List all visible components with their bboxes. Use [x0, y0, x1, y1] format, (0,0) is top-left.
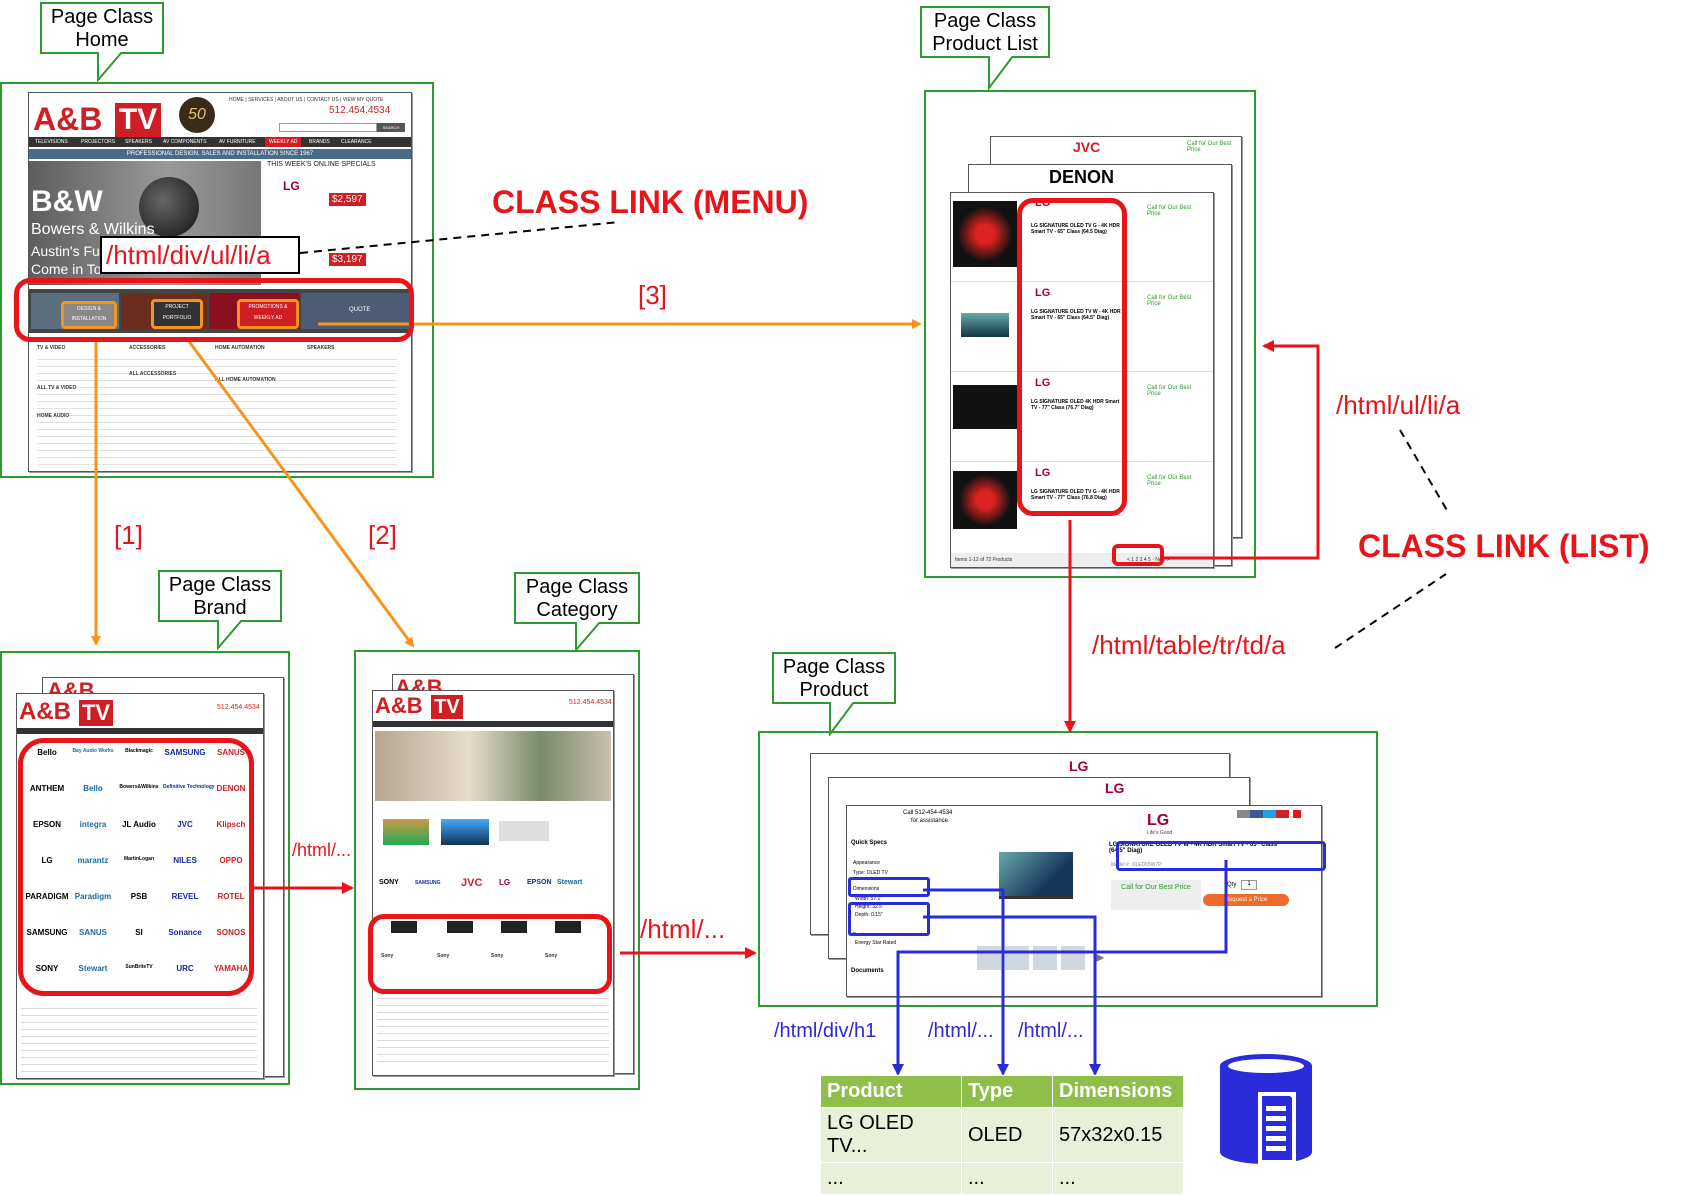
- home-menu-highlight: [14, 278, 414, 342]
- table-cell-dimensions: ...: [1052, 1162, 1184, 1195]
- callout-product: Page Class Product: [772, 652, 896, 704]
- blue-arrow-dims: [923, 915, 1101, 1076]
- xpath-brand-label: /html/...: [292, 840, 352, 860]
- xpath-menu-box: /html/div/ul/li/a: [100, 236, 300, 274]
- table-cell-type: OLED: [961, 1107, 1053, 1163]
- table-header-dimensions: Dimensions: [1052, 1075, 1184, 1108]
- xpath-dims-label: /html/...: [1018, 1020, 1084, 1042]
- xpath-list-label: /html/ul/li/a: [1336, 390, 1461, 420]
- list-pagination-highlight: [1112, 544, 1164, 566]
- callout-product-list-text: Page Class Product List: [932, 10, 1038, 55]
- callout-product-text: Page Class Product: [782, 656, 886, 701]
- table-header-product: Product: [820, 1075, 962, 1108]
- table-header-row: Product Type Dimensions: [820, 1075, 1184, 1108]
- table-row: LG OLED TV... OLED 57x32x0.15: [820, 1107, 1184, 1163]
- category-products-highlight: [368, 914, 612, 994]
- step-3-label: [3]: [638, 280, 667, 310]
- class-link-list-label: CLASS LINK (LIST): [1358, 528, 1650, 564]
- callout-category-tail: [575, 622, 601, 652]
- step-1-label: [1]: [114, 520, 143, 550]
- list-items-highlight: [1017, 198, 1127, 516]
- xpath-table-label: /html/table/tr/td/a: [1092, 630, 1286, 660]
- table-cell-product: LG OLED TV...: [820, 1107, 962, 1163]
- callout-category: Page Class Category: [514, 572, 640, 624]
- callout-category-text: Page Class Category: [525, 576, 629, 621]
- xpath-category-label: /html/...: [640, 914, 726, 944]
- callout-home-text: Page Class Home: [50, 6, 154, 51]
- step-2-label: [2]: [368, 520, 397, 550]
- table-cell-type: ...: [961, 1162, 1053, 1195]
- product-title-highlight: [1116, 841, 1326, 871]
- callout-home: Page Class Home: [40, 2, 164, 54]
- callout-brand: Page Class Brand: [158, 570, 282, 622]
- database-document-icon: [1220, 1054, 1312, 1164]
- xpath-h1-label: /html/div/h1: [774, 1020, 877, 1042]
- class-link-menu-label: CLASS LINK (MENU): [492, 184, 809, 220]
- callout-product-list-tail: [988, 56, 1014, 90]
- table-cell-dimensions: 57x32x0.15: [1052, 1107, 1184, 1163]
- callout-home-tail: [97, 52, 123, 82]
- callout-product-list: Page Class Product List: [920, 6, 1050, 58]
- callout-brand-tail: [217, 620, 243, 650]
- table-cell-product: ...: [820, 1162, 962, 1195]
- dashed-menu-pointer: [299, 221, 621, 254]
- callout-brand-text: Page Class Brand: [168, 574, 272, 619]
- xpath-menu-label: /html/div/ul/li/a: [106, 240, 271, 270]
- result-table: Product Type Dimensions LG OLED TV... OL…: [820, 1075, 1184, 1195]
- table-row: ... ... ...: [820, 1162, 1184, 1195]
- brand-grid-highlight: [18, 738, 254, 996]
- arrow-pagination-loop: [1162, 340, 1320, 560]
- table-header-type: Type: [961, 1075, 1053, 1108]
- xpath-type-label: /html/...: [928, 1020, 994, 1042]
- product-type-highlight: [848, 877, 930, 897]
- dashed-list-pointer-bottom: [1334, 573, 1447, 649]
- dashed-list-pointer-top: [1399, 429, 1449, 513]
- product-dims-highlight: [848, 902, 930, 936]
- callout-product-tail: [829, 702, 855, 736]
